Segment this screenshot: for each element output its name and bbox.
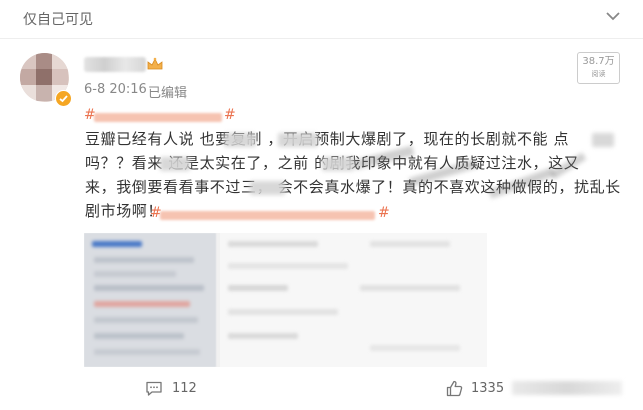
watermark-redacted xyxy=(512,381,622,395)
comment-icon[interactable] xyxy=(145,381,163,397)
verified-badge-icon xyxy=(55,90,72,107)
topic-tag-top[interactable]: # # xyxy=(84,107,236,124)
edited-label: 已编辑 xyxy=(148,86,188,101)
redacted-word xyxy=(322,157,354,171)
redacted-word xyxy=(250,181,285,195)
topic-tag-bottom[interactable]: # # xyxy=(150,205,390,222)
crown-icon xyxy=(147,57,163,70)
like-icon[interactable] xyxy=(446,380,463,397)
post-line: 豆瓣已经有人说 也要复制 ，开启预制大爆剧了，现在的长剧就不能 点 xyxy=(85,130,570,148)
redacted-word xyxy=(160,157,190,171)
views-label: 阅读 xyxy=(591,70,606,78)
redacted-word xyxy=(592,133,614,147)
post-timestamp[interactable]: 6-8 20:16 xyxy=(84,82,147,97)
topic-redacted xyxy=(94,113,222,122)
like-count[interactable]: 1335 xyxy=(471,381,504,396)
views-count: 38.7万 xyxy=(582,56,615,67)
top-bar: 仅自己可见 xyxy=(0,0,643,39)
chevron-down-icon[interactable] xyxy=(606,10,620,22)
username-redacted[interactable] xyxy=(84,57,146,72)
views-badge: 38.7万 阅读 xyxy=(577,52,620,84)
comment-count[interactable]: 112 xyxy=(172,381,197,396)
hash-icon: # xyxy=(378,205,390,221)
image-right-panel xyxy=(220,233,487,367)
visibility-label: 仅自己可见 xyxy=(23,12,93,28)
attached-image[interactable] xyxy=(84,233,487,367)
hash-icon: # xyxy=(224,107,236,123)
redacted-word xyxy=(278,133,318,147)
image-left-panel xyxy=(84,233,216,367)
topic-redacted xyxy=(160,211,375,220)
redacted-word xyxy=(224,133,256,147)
